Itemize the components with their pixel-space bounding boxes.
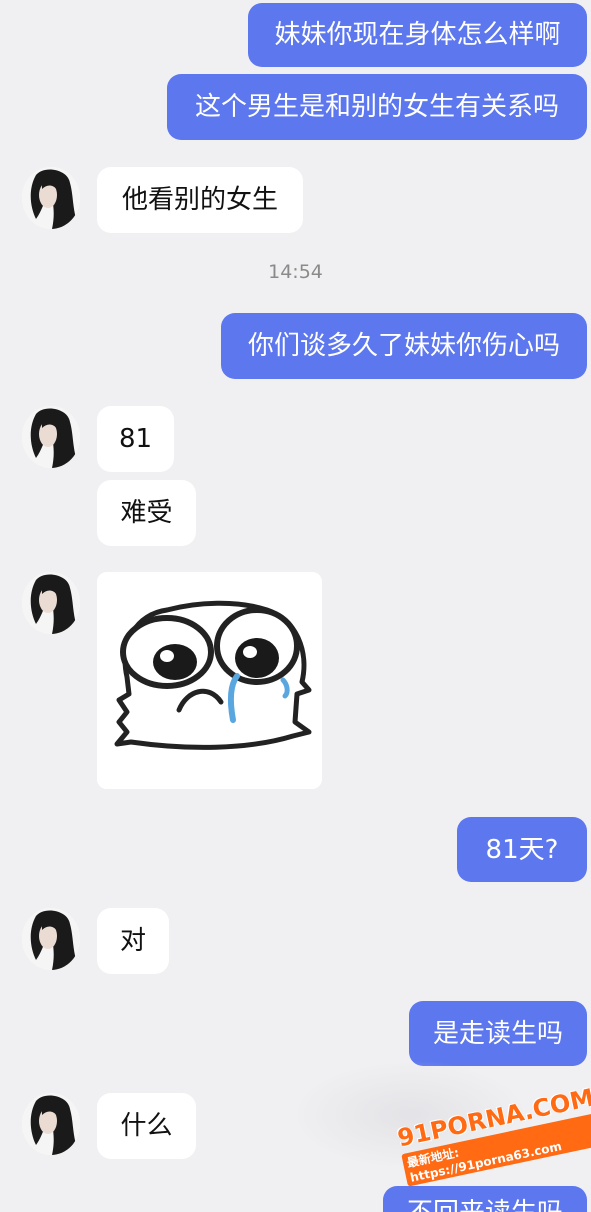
contact-avatar[interactable] bbox=[22, 572, 80, 634]
message-bubble-outgoing[interactable]: 这个男生是和别的女生有关系吗 bbox=[167, 74, 587, 140]
message-bubble-outgoing[interactable]: 妹妹你现在身体怎么样啊 bbox=[248, 3, 587, 67]
message-timestamp: 14:54 bbox=[268, 261, 323, 283]
message-bubble-incoming[interactable]: 难受 bbox=[97, 480, 196, 546]
contact-avatar[interactable] bbox=[22, 1093, 80, 1155]
crying-face-icon bbox=[97, 572, 322, 789]
message-text: 妹妹你现在身体怎么样啊 bbox=[274, 20, 561, 50]
avatar-image bbox=[22, 908, 80, 970]
avatar-image bbox=[22, 406, 80, 468]
sticker-crying-face[interactable] bbox=[97, 572, 322, 789]
message-text: 81天? bbox=[485, 834, 559, 865]
message-text: 他看别的女生 bbox=[121, 185, 278, 215]
message-bubble-outgoing[interactable]: 81天? bbox=[457, 817, 587, 882]
contact-avatar[interactable] bbox=[22, 406, 80, 468]
message-text: 81 bbox=[118, 424, 153, 454]
message-bubble-outgoing[interactable]: 是走读生吗 bbox=[409, 1001, 587, 1066]
message-text: 难受 bbox=[120, 498, 173, 528]
contact-avatar[interactable] bbox=[22, 908, 80, 970]
contact-avatar[interactable] bbox=[22, 167, 80, 229]
message-bubble-incoming[interactable]: 81 bbox=[97, 406, 174, 472]
message-text: 什么 bbox=[120, 1111, 173, 1141]
message-bubble-incoming[interactable]: 他看别的女生 bbox=[97, 167, 303, 233]
message-text: 是走读生吗 bbox=[432, 1018, 563, 1049]
message-text: 对 bbox=[119, 926, 146, 956]
avatar-image bbox=[22, 572, 80, 634]
message-bubble-outgoing[interactable]: 你们谈多久了妹妹你伤心吗 bbox=[221, 313, 587, 379]
avatar-image bbox=[22, 1093, 80, 1155]
chat-view: 妹妹你现在身体怎么样啊 这个男生是和别的女生有关系吗 他看别的女生 14:54 … bbox=[0, 0, 591, 1212]
message-bubble-incoming[interactable]: 对 bbox=[97, 908, 169, 974]
message-text: 你们谈多久了妹妹你伤心吗 bbox=[247, 331, 560, 361]
avatar-image bbox=[22, 167, 80, 229]
message-text: 这个男生是和别的女生有关系吗 bbox=[194, 92, 559, 122]
message-bubble-incoming[interactable]: 什么 bbox=[97, 1093, 196, 1159]
message-text: 不回来读生吗 bbox=[407, 1200, 563, 1212]
